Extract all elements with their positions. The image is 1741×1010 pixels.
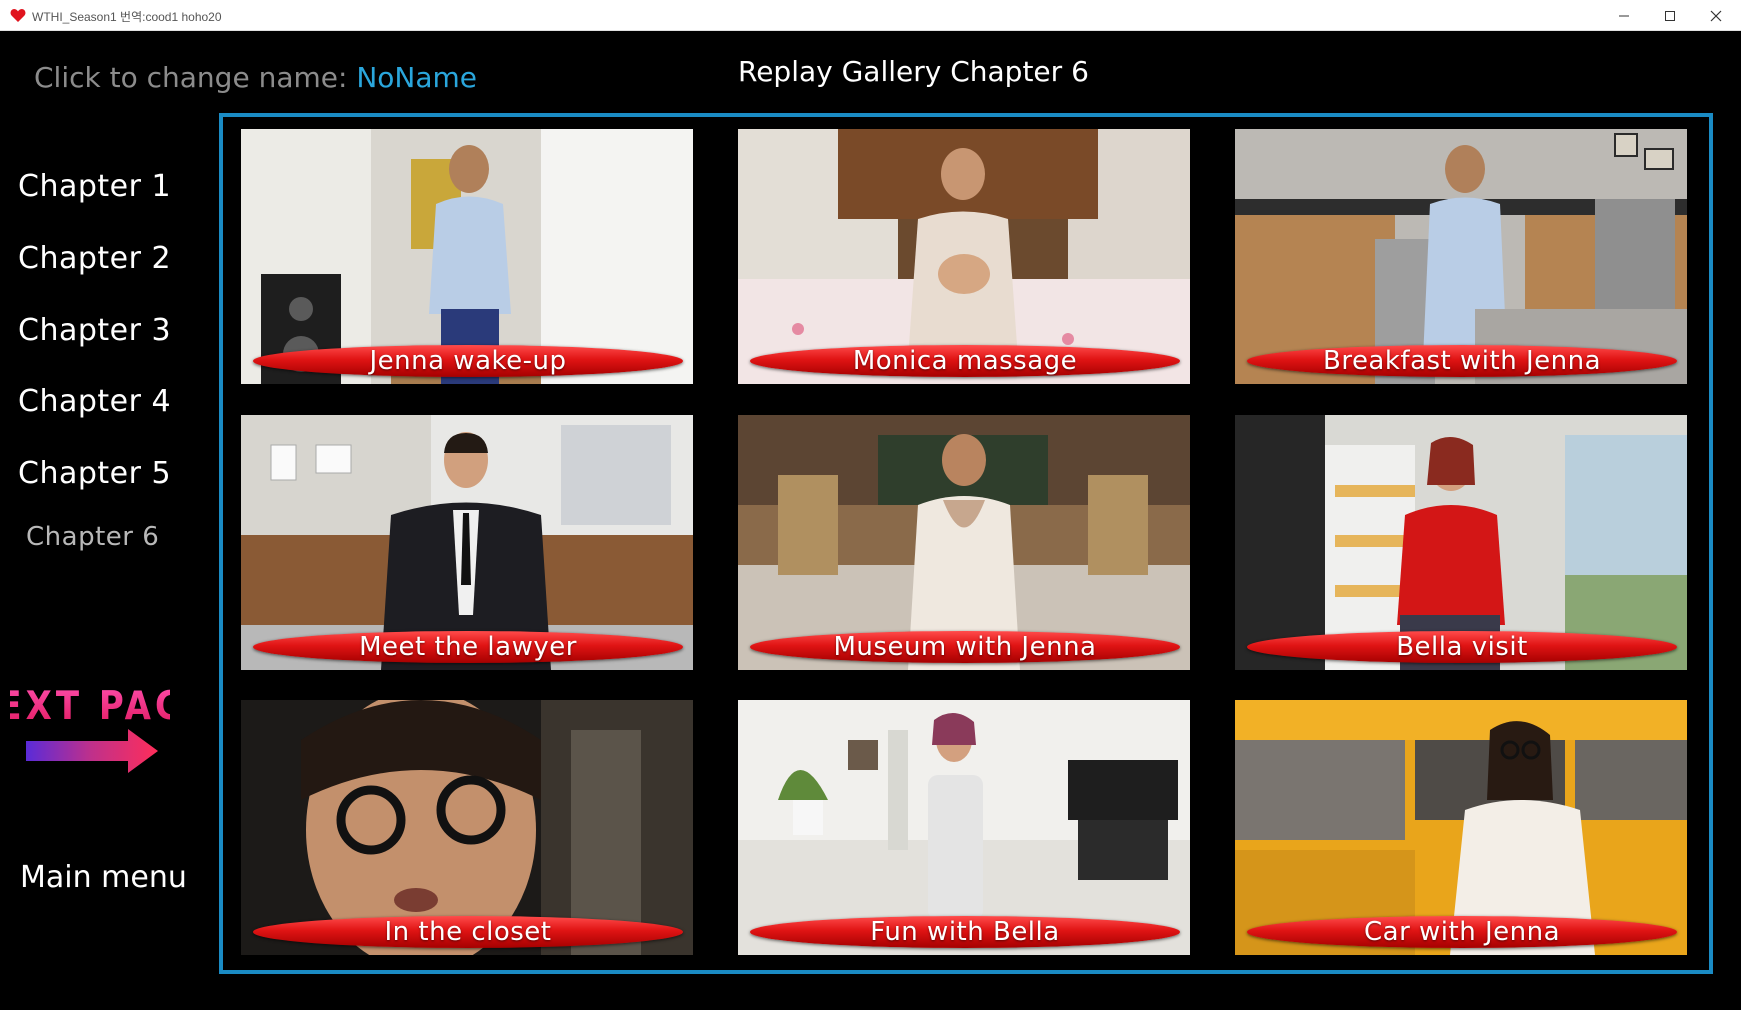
thumb-label-pill: Car with Jenna: [1247, 916, 1677, 948]
thumb-label: Meet the lawyer: [359, 632, 577, 662]
maximize-icon: [1665, 10, 1675, 21]
thumb-label-pill: In the closet: [253, 916, 683, 948]
game-screen: Click to change name: NoName Replay Gall…: [0, 31, 1741, 1010]
heart-icon: [10, 9, 26, 22]
thumb-label: Bella visit: [1396, 632, 1528, 662]
thumb-label: Fun with Bella: [870, 917, 1060, 947]
sidebar-item-chapter-5[interactable]: Chapter 5: [18, 456, 171, 491]
thumb-label-pill: Meet the lawyer: [253, 631, 683, 663]
player-name-button[interactable]: NoName: [356, 61, 477, 94]
window-titlebar: WTHI_Season1 번역:cood1 hoho20: [0, 0, 1741, 31]
gallery-thumb-jenna-wake-up[interactable]: Jenna wake-up: [241, 129, 693, 384]
gallery-thumb-car-with-jenna[interactable]: Car with Jenna: [1235, 700, 1687, 955]
gallery-thumb-meet-the-lawyer[interactable]: Meet the lawyer: [241, 415, 693, 670]
thumb-label: In the closet: [384, 917, 552, 947]
gallery-thumb-fun-with-bella[interactable]: Fun with Bella: [738, 700, 1190, 955]
arrow-right-icon: [26, 729, 158, 773]
sidebar: Chapter 1 Chapter 2 Chapter 3 Chapter 4 …: [0, 31, 200, 1010]
sidebar-item-chapter-3[interactable]: Chapter 3: [18, 313, 171, 348]
close-icon: [1710, 10, 1722, 21]
sidebar-item-chapter-6[interactable]: Chapter 6: [26, 522, 159, 552]
thumb-label: Monica massage: [852, 346, 1078, 376]
page-title: Replay Gallery Chapter 6: [738, 55, 1089, 88]
thumb-label-pill: Fun with Bella: [750, 916, 1180, 948]
thumb-label-pill: Museum with Jenna: [750, 631, 1180, 663]
thumb-label-pill: Breakfast with Jenna: [1247, 345, 1677, 377]
next-page-label: NEXT PAGE: [10, 683, 170, 729]
window-title: WTHI_Season1 번역:cood1 hoho20: [32, 10, 222, 24]
thumb-label: Breakfast with Jenna: [1322, 346, 1601, 376]
minimize-icon: [1619, 15, 1629, 16]
sidebar-item-chapter-2[interactable]: Chapter 2: [18, 241, 171, 276]
next-page-button[interactable]: NEXT PAGE: [10, 681, 170, 781]
thumb-label: Car with Jenna: [1363, 917, 1561, 947]
sidebar-item-chapter-1[interactable]: Chapter 1: [18, 169, 171, 204]
maximize-button[interactable]: [1647, 0, 1693, 31]
gallery-thumb-museum-with-jenna[interactable]: Museum with Jenna: [738, 415, 1190, 670]
close-button[interactable]: [1693, 0, 1739, 31]
gallery-thumb-monica-massage[interactable]: Monica massage: [738, 129, 1190, 384]
main-menu-button[interactable]: Main menu: [20, 860, 187, 895]
thumb-label: Museum with Jenna: [833, 632, 1097, 662]
gallery-thumb-in-the-closet[interactable]: In the closet: [241, 700, 693, 955]
thumb-label-pill: Jenna wake-up: [253, 345, 683, 377]
thumb-label: Jenna wake-up: [369, 346, 567, 376]
sidebar-item-chapter-4[interactable]: Chapter 4: [18, 384, 171, 419]
gallery-thumb-bella-visit[interactable]: Bella visit: [1235, 415, 1687, 670]
thumb-label-pill: Bella visit: [1247, 631, 1677, 663]
gallery-thumb-breakfast-with-jenna[interactable]: Breakfast with Jenna: [1235, 129, 1687, 384]
thumb-label-pill: Monica massage: [750, 345, 1180, 377]
minimize-button[interactable]: [1601, 0, 1647, 31]
